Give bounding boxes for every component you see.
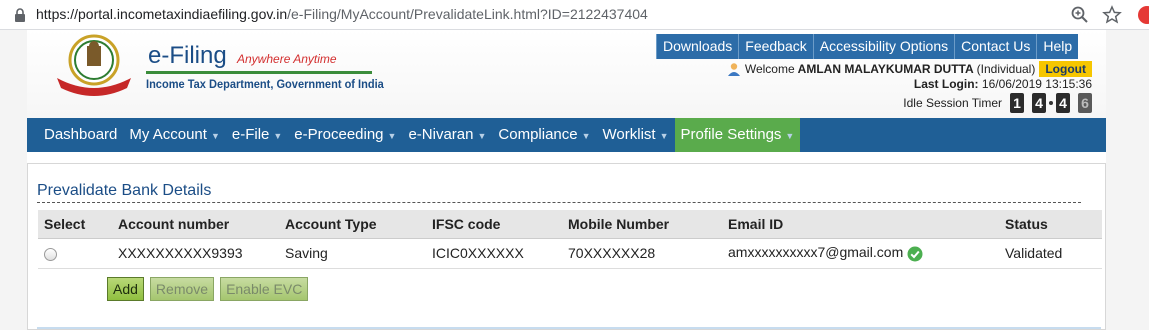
income-tax-emblem-icon (57, 34, 131, 96)
nav-label: My Account (129, 126, 207, 143)
select-radio[interactable] (44, 247, 57, 261)
email-value: amxxxxxxxxxx7@gmail.com (728, 244, 904, 261)
nav-profile-settings[interactable]: Profile Settings ▼ (674, 118, 801, 152)
timer-digit: 4 (1056, 93, 1070, 113)
nav-compliance[interactable]: Compliance ▼ (492, 118, 596, 152)
account-type-cell: Saving (285, 238, 432, 269)
title-divider (37, 202, 1081, 203)
site-header: e-Filing Anywhere Anytime Income Tax Dep… (27, 30, 1106, 118)
url-path: /e-Filing/MyAccount/PrevalidateLink.html… (287, 6, 648, 22)
nav-label: e-Nivaran (408, 126, 474, 143)
bottom-divider (37, 327, 1101, 329)
account-number-cell: XXXXXXXXXX9393 (108, 238, 285, 269)
nav-label: Worklist (602, 126, 656, 143)
department-name: Income Tax Department, Government of Ind… (146, 77, 384, 91)
nav-label: Dashboard (44, 126, 118, 143)
user-name: AMLAN MALAYKUMAR DUTTA (797, 62, 974, 76)
browser-url-bar[interactable]: https://portal.incometaxindiaefiling.gov… (0, 0, 1149, 30)
nav-e-file[interactable]: e-File ▼ (226, 118, 288, 152)
nav-worklist[interactable]: Worklist ▼ (597, 118, 675, 152)
verified-check-icon (907, 246, 923, 262)
chevron-down-icon: ▼ (785, 131, 795, 141)
timer-colon (1049, 101, 1053, 105)
select-cell (38, 238, 108, 269)
last-login-label: Last Login: (913, 77, 979, 91)
accessibility-options-link[interactable]: Accessibility Options (812, 34, 955, 59)
nav-e-proceeding[interactable]: e-Proceeding ▼ (288, 118, 402, 152)
idle-timer-label: Idle Session Timer (903, 96, 1002, 110)
content-panel: Prevalidate Bank Details Select Account … (27, 163, 1106, 330)
user-type: (Individual) (976, 62, 1036, 76)
nav-label: Compliance (498, 126, 578, 143)
extension-icon[interactable] (1138, 6, 1149, 24)
idle-session-timer: Idle Session Timer 1 4 4 6 (903, 93, 1092, 113)
downloads-link[interactable]: Downloads (656, 34, 739, 59)
url-text[interactable]: https://portal.incometaxindiaefiling.gov… (36, 6, 648, 22)
nav-label: e-File (231, 126, 270, 143)
page-title: Prevalidate Bank Details (37, 182, 212, 199)
column-header: Account number (108, 210, 285, 239)
column-header: Select (38, 210, 108, 239)
welcome-line: Welcome AMLAN MALAYKUMAR DUTTA (Individu… (727, 61, 1092, 77)
mobile-cell: 70XXXXXX28 (568, 238, 728, 269)
chevron-down-icon: ▼ (273, 131, 283, 141)
help-link[interactable]: Help (1036, 34, 1079, 59)
timer-digit: 4 (1032, 93, 1046, 113)
last-login-value: 16/06/2019 13:15:36 (981, 77, 1092, 91)
nav-e-nivaran[interactable]: e-Nivaran ▼ (402, 118, 492, 152)
brand-divider (146, 71, 372, 74)
url-host: https://portal.incometaxindiaefiling.gov… (36, 6, 288, 22)
feedback-link[interactable]: Feedback (738, 34, 813, 59)
lock-icon (15, 8, 25, 22)
column-header: Status (1005, 210, 1102, 239)
timer-digit: 6 (1078, 93, 1092, 113)
last-login: Last Login: 16/06/2019 13:15:36 (914, 77, 1092, 91)
nav-label: e-Proceeding (294, 126, 384, 143)
status-cell: Validated (1005, 238, 1102, 269)
efiling-site: e-Filing Anywhere Anytime Income Tax Dep… (27, 30, 1106, 330)
nav-dashboard[interactable]: Dashboard (27, 118, 123, 152)
email-cell: amxxxxxxxxxx7@gmail.com (728, 238, 1005, 269)
zoom-icon[interactable] (1070, 5, 1090, 25)
chevron-down-icon: ▼ (210, 131, 220, 141)
column-header: Mobile Number (568, 210, 728, 239)
welcome-prefix: Welcome (744, 62, 795, 76)
ifsc-cell: ICIC0XXXXXX (432, 238, 568, 269)
page-background: e-Filing Anywhere Anytime Income Tax Dep… (0, 30, 1149, 330)
chevron-down-icon: ▼ (387, 131, 397, 141)
logout-button[interactable]: Logout (1039, 61, 1092, 77)
column-header: IFSC code (432, 210, 568, 239)
chevron-down-icon: ▼ (659, 131, 669, 141)
table-header-row: Select Account number Account Type IFSC … (38, 210, 1102, 239)
contact-us-link[interactable]: Contact Us (954, 34, 1037, 59)
table-row: XXXXXXXXXX9393 Saving ICIC0XXXXXX 70XXXX… (38, 238, 1102, 269)
remove-button[interactable]: Remove (149, 277, 215, 301)
brand-title: e-Filing (148, 42, 227, 69)
timer-digit: 1 (1010, 93, 1024, 113)
top-links: Downloads Feedback Accessibility Options… (656, 34, 1079, 59)
nav-label: Profile Settings (680, 126, 782, 143)
enable-evc-button[interactable]: Enable EVC (220, 277, 309, 301)
action-buttons: Add Remove Enable EVC (107, 277, 309, 301)
column-header: Account Type (285, 210, 432, 239)
main-navigation: Dashboard My Account ▼ e-File ▼ e-Proceedi… (27, 118, 1106, 152)
add-button[interactable]: Add (107, 277, 144, 301)
chevron-down-icon: ▼ (581, 131, 591, 141)
column-header: Email ID (728, 210, 1005, 239)
bank-details-table: Select Account number Account Type IFSC … (38, 210, 1102, 269)
bookmark-star-icon[interactable] (1102, 5, 1122, 25)
brand-tagline: Anywhere Anytime (237, 52, 337, 66)
user-icon (727, 63, 740, 76)
nav-my-account[interactable]: My Account ▼ (123, 118, 225, 152)
chevron-down-icon: ▼ (477, 131, 487, 141)
